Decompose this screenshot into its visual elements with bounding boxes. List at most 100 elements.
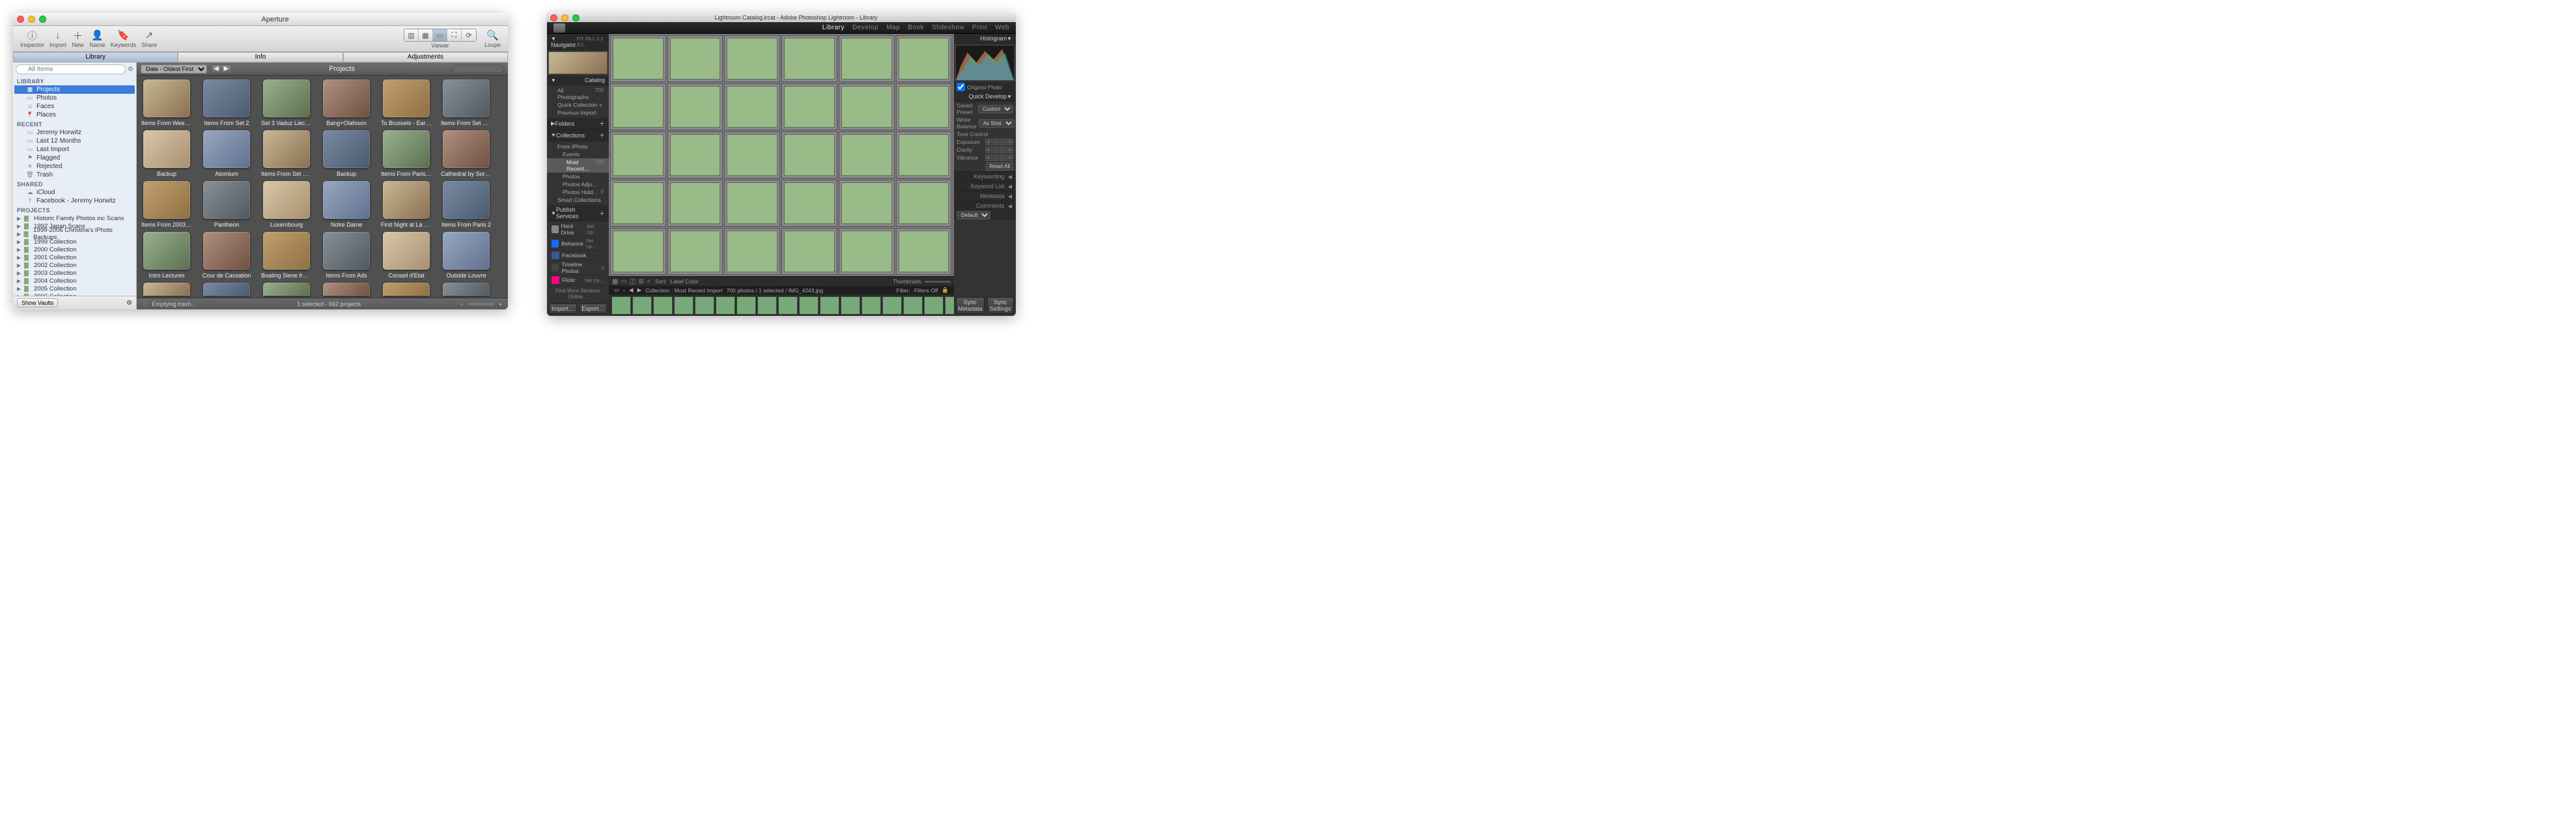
filmstrip-thumbnail[interactable] xyxy=(841,296,860,315)
reset-all-button[interactable]: Reset All xyxy=(986,162,1013,171)
module-map[interactable]: Map xyxy=(886,24,900,31)
prev-button[interactable]: ◀ xyxy=(211,64,221,74)
publish-service[interactable]: Timeline Photos0 xyxy=(550,261,606,276)
project-cell[interactable] xyxy=(143,283,190,296)
clarity-plus[interactable]: › xyxy=(1000,147,1006,153)
disclosure-icon[interactable]: ▶ xyxy=(17,270,22,276)
close-button[interactable] xyxy=(17,16,24,23)
project-cell[interactable]: Items From Set 5 B… xyxy=(263,130,310,177)
disclosure-icon[interactable]: ▶ xyxy=(17,255,22,261)
vibrance-minus[interactable]: ‹ xyxy=(992,154,999,161)
publish-header[interactable]: ▼ Publish Services＋ xyxy=(547,205,609,221)
setup-link[interactable]: Set Up… xyxy=(587,223,604,235)
browser-search-input[interactable] xyxy=(452,64,504,73)
disclosure-icon[interactable]: ▶ xyxy=(17,216,22,221)
collection-item[interactable]: Photos Hidd…0 xyxy=(547,188,609,196)
recent-item[interactable]: 🗑Trash xyxy=(13,171,136,179)
project-cell[interactable]: Set 3 Vaduz Liecht… xyxy=(263,79,310,126)
identity-plate[interactable] xyxy=(553,23,565,33)
project-cell[interactable]: Intro Lectures xyxy=(143,232,190,279)
photo-cell[interactable] xyxy=(610,83,666,130)
original-photo-checkbox[interactable] xyxy=(957,83,965,91)
sync-settings-button[interactable]: Sync Settings xyxy=(987,297,1014,314)
library-item[interactable]: ▭Photos xyxy=(13,94,136,102)
photo-cell[interactable] xyxy=(781,228,837,275)
project-cell[interactable] xyxy=(443,283,490,296)
panel-metadata[interactable]: Metadata ◀ xyxy=(954,191,1016,201)
zoom-out-icon[interactable]: ▫ xyxy=(461,301,463,307)
project-cell[interactable]: Bang+Olafsson xyxy=(323,79,370,126)
photo-cell[interactable] xyxy=(839,228,895,275)
view-split-icon[interactable]: ▥ xyxy=(404,29,419,41)
navigator-zoom-controls[interactable]: FIT FILL 1:1 3:1 xyxy=(577,36,605,48)
project-cell[interactable]: Items From Paris 2 xyxy=(443,181,490,228)
close-button[interactable] xyxy=(550,14,557,21)
photo-cell[interactable] xyxy=(781,180,837,227)
toolbar-share-button[interactable]: ↗Share xyxy=(139,29,159,48)
vibrance-plus2[interactable]: » xyxy=(1007,154,1013,161)
photo-cell[interactable] xyxy=(667,83,723,130)
filmstrip-thumbnail[interactable] xyxy=(820,296,839,315)
project-cell[interactable]: Boating Siene from… xyxy=(263,232,310,279)
filter-lock-icon[interactable]: 🔒 xyxy=(942,287,949,294)
gear-icon[interactable]: ⚙ xyxy=(126,300,132,307)
shared-item[interactable]: ☁iCloud xyxy=(13,188,136,197)
disclosure-icon[interactable]: ▶ xyxy=(17,262,22,268)
sort-value[interactable]: Label Color xyxy=(670,278,698,285)
collection-item[interactable]: Most Recent…700 xyxy=(547,158,609,173)
disclosure-icon[interactable]: ▶ xyxy=(17,286,22,292)
white-balance-select[interactable]: As Shot xyxy=(979,119,1015,128)
photo-cell[interactable] xyxy=(724,35,780,82)
disclosure-icon[interactable]: ▶ xyxy=(17,247,22,253)
filmstrip-thumbnail[interactable] xyxy=(736,296,756,315)
photo-cell[interactable] xyxy=(610,35,666,82)
navigator-header[interactable]: ▼ Navigator FIT FILL 1:1 3:1 xyxy=(547,34,609,50)
survey-view-icon[interactable]: ⊞ xyxy=(638,278,643,285)
filmstrip-thumbnail[interactable] xyxy=(924,296,944,315)
photo-cell[interactable] xyxy=(896,228,952,275)
project-cell[interactable]: Notre Dame xyxy=(323,181,370,228)
project-cell[interactable] xyxy=(203,283,250,296)
photo-cell[interactable] xyxy=(839,180,895,227)
metadata-preset-select[interactable]: Default xyxy=(957,211,990,219)
photo-cell[interactable] xyxy=(610,180,666,227)
tab-info[interactable]: Info xyxy=(178,52,343,63)
library-item[interactable]: ☺Faces xyxy=(13,102,136,111)
filmstrip-thumbnail[interactable] xyxy=(695,296,714,315)
project-cell[interactable]: Cour de Cassation xyxy=(203,232,250,279)
project-cell[interactable]: Backup xyxy=(143,130,190,177)
saved-preset-select[interactable]: Custom xyxy=(978,105,1013,113)
toolbar-import-button[interactable]: ↓Import xyxy=(48,29,68,48)
collection-item[interactable]: Photos Adju… xyxy=(547,180,609,188)
vibrance-minus2[interactable]: « xyxy=(985,154,992,161)
project-cell[interactable]: Luxembourg xyxy=(263,181,310,228)
filmstrip-thumbnail[interactable] xyxy=(882,296,902,315)
show-vaults-button[interactable]: Show Vaults xyxy=(17,298,58,307)
filmstrip-thumbnail[interactable] xyxy=(945,296,954,315)
project-cell[interactable]: Items From Set 2 xyxy=(203,79,250,126)
setup-link[interactable]: Set Up… xyxy=(585,277,604,283)
tab-adjustments[interactable]: Adjustments xyxy=(343,52,508,63)
module-print[interactable]: Print xyxy=(972,24,987,31)
loupe-view-icon[interactable]: ▭ xyxy=(621,278,626,285)
panel-keyword-list[interactable]: Keyword List ◀ xyxy=(954,181,1016,191)
secondary-icon[interactable]: ▫ xyxy=(623,287,625,294)
photo-cell[interactable] xyxy=(667,132,723,178)
grid-view-icon[interactable]: ▦ xyxy=(612,278,618,285)
recent-item[interactable]: ▭Jeremy Horwitz xyxy=(13,128,136,137)
search-gear-icon[interactable]: ⚙ xyxy=(128,66,133,73)
module-develop[interactable]: Develop xyxy=(852,24,878,31)
collection-item[interactable]: Smart Collections xyxy=(547,196,609,204)
sort-select[interactable]: Date - Oldest First xyxy=(141,64,207,74)
project-cell[interactable]: Items From 2003-4… xyxy=(143,181,190,228)
recent-item[interactable]: ▭Last Import xyxy=(13,145,136,154)
module-library[interactable]: Library xyxy=(822,24,845,31)
project-cell[interactable]: Items From Paris 1… xyxy=(383,130,430,177)
prev-photo-icon[interactable]: ◀ xyxy=(629,287,634,294)
publish-service[interactable]: BehanceSet Up… xyxy=(550,237,606,251)
disclosure-icon[interactable]: ▶ xyxy=(17,223,22,229)
filmstrip-thumbnail[interactable] xyxy=(903,296,923,315)
photo-cell[interactable] xyxy=(781,83,837,130)
project-cell[interactable] xyxy=(263,283,310,296)
project-cell[interactable]: First Night at La G… xyxy=(383,181,430,228)
